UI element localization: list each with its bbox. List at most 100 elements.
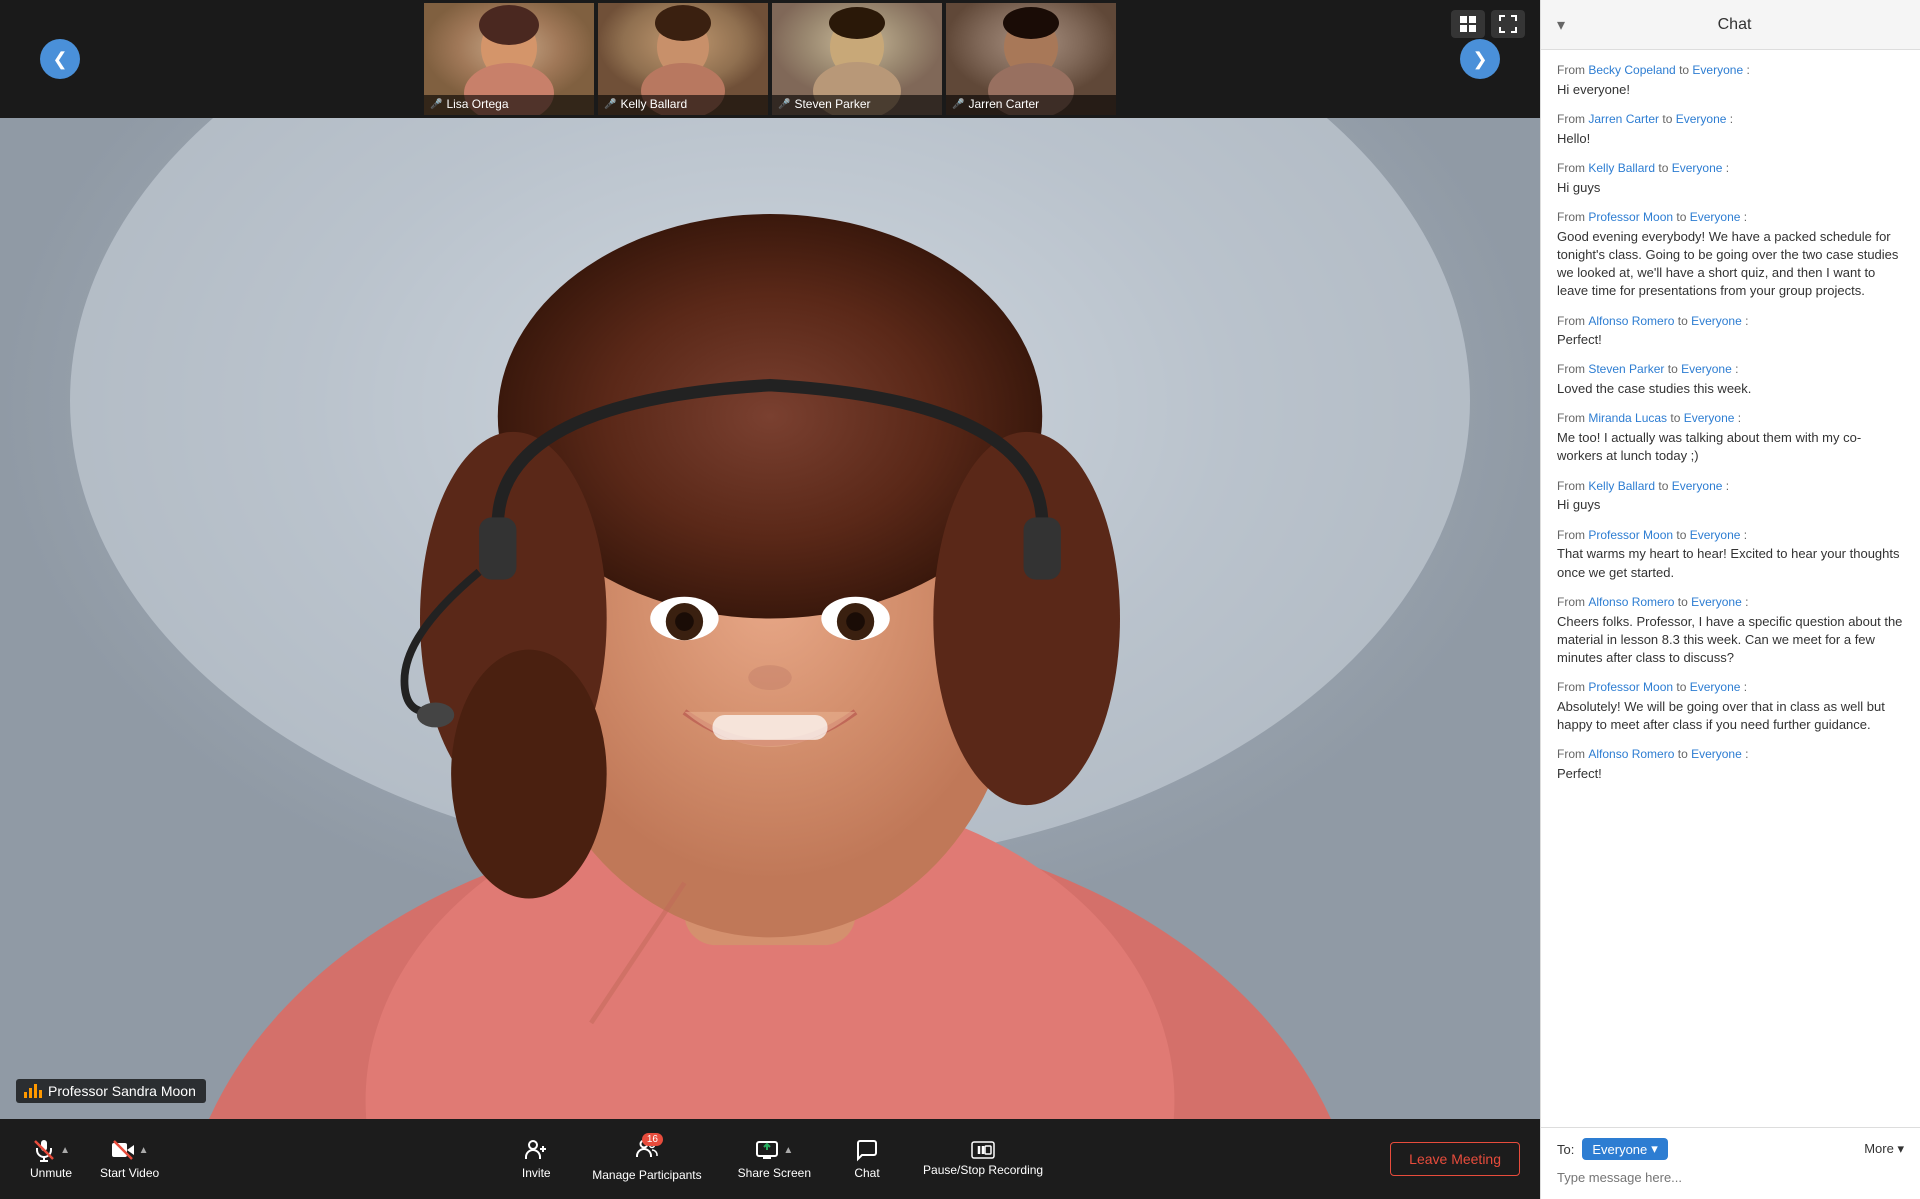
chat-to-text: to xyxy=(1662,112,1675,126)
chat-sender: Miranda Lucas xyxy=(1588,411,1667,425)
chat-message-meta: From Alfonso Romero to Everyone : xyxy=(1557,313,1904,330)
chat-to-text: to xyxy=(1678,747,1691,761)
thumbnail-label-1: Lisa Ortega xyxy=(446,97,508,111)
chat-colon: : xyxy=(1726,161,1729,175)
chat-message: From Professor Moon to Everyone : That w… xyxy=(1557,527,1904,582)
chevron-right-icon: ❯ xyxy=(1472,49,1487,70)
chat-recipient: Everyone xyxy=(1692,63,1743,77)
chat-chevron-icon[interactable]: ▾ xyxy=(1557,15,1565,35)
chat-title: Chat xyxy=(1718,16,1752,34)
recording-icon xyxy=(971,1141,995,1159)
thumbnail-name-2: 🎤 Kelly Ballard xyxy=(598,95,768,115)
chat-recipient: Everyone xyxy=(1681,362,1732,376)
unmute-button[interactable]: ▲ Unmute xyxy=(20,1132,82,1186)
everyone-dropdown-button[interactable]: Everyone ▾ xyxy=(1582,1138,1667,1160)
chat-recipient: Everyone xyxy=(1676,112,1727,126)
chat-message-text: Hello! xyxy=(1557,130,1904,148)
chat-colon: : xyxy=(1744,528,1747,542)
chat-from-label: From xyxy=(1557,314,1588,328)
chat-to-row: To: Everyone ▾ More ▾ xyxy=(1557,1138,1904,1160)
chat-icon xyxy=(855,1138,879,1162)
chat-message-text: That warms my heart to hear! Excited to … xyxy=(1557,545,1904,581)
chat-colon: : xyxy=(1726,479,1729,493)
grid-view-button[interactable] xyxy=(1451,10,1485,38)
chat-message: From Alfonso Romero to Everyone : Cheers… xyxy=(1557,594,1904,667)
chat-recipient: Everyone xyxy=(1690,680,1741,694)
chat-message-text: Hi guys xyxy=(1557,496,1904,514)
chat-message: From Becky Copeland to Everyone : Hi eve… xyxy=(1557,62,1904,99)
chat-message: From Professor Moon to Everyone : Good e… xyxy=(1557,209,1904,301)
toolbar: ▲ Unmute ▲ Start Video xyxy=(0,1119,1540,1199)
manage-participants-button[interactable]: 16 Manage Participants xyxy=(582,1131,711,1188)
chat-message-text: Hi everyone! xyxy=(1557,81,1904,99)
chat-colon: : xyxy=(1744,680,1747,694)
chat-colon: : xyxy=(1730,112,1733,126)
thumbnail-label-2: Kelly Ballard xyxy=(620,97,687,111)
thumbnail-steven-parker[interactable]: 🎤 Steven Parker xyxy=(772,3,942,115)
chat-recipient: Everyone xyxy=(1672,479,1723,493)
chat-from-label: From xyxy=(1557,528,1588,542)
chat-from-label: From xyxy=(1557,411,1588,425)
participants-icon-wrapper: 16 xyxy=(635,1137,659,1164)
chat-to-text: to xyxy=(1678,595,1691,609)
thumbnail-name-4: 🎤 Jarren Carter xyxy=(946,95,1116,115)
chat-to-text: to xyxy=(1668,362,1681,376)
chat-colon: : xyxy=(1745,314,1748,328)
grid-icon xyxy=(1459,15,1477,33)
chat-more-button[interactable]: More ▾ xyxy=(1864,1141,1904,1157)
chat-message-text: Good evening everybody! We have a packed… xyxy=(1557,228,1904,301)
chat-message-text: Hi guys xyxy=(1557,179,1904,197)
thumbnail-lisa-ortega[interactable]: 🎤 Lisa Ortega xyxy=(424,3,594,115)
chat-from-label: From xyxy=(1557,479,1588,493)
everyone-label: Everyone xyxy=(1592,1142,1647,1157)
chat-sender: Alfonso Romero xyxy=(1588,314,1674,328)
chat-from-label: From xyxy=(1557,112,1588,126)
chat-recipient: Everyone xyxy=(1690,210,1741,224)
chat-sender: Alfonso Romero xyxy=(1588,747,1674,761)
chat-input[interactable] xyxy=(1557,1166,1904,1189)
chat-message-meta: From Alfonso Romero to Everyone : xyxy=(1557,594,1904,611)
mic-off-icon-2: 🎤 xyxy=(604,99,616,110)
mic-off-icon-1: 🎤 xyxy=(430,99,442,110)
share-caret: ▲ xyxy=(783,1145,793,1156)
start-video-button[interactable]: ▲ Start Video xyxy=(90,1132,169,1186)
prev-thumbnail-button[interactable]: ❮ xyxy=(40,39,80,79)
next-thumbnail-button[interactable]: ❯ xyxy=(1460,39,1500,79)
thumbnail-jarren-carter[interactable]: 🎤 Jarren Carter xyxy=(946,3,1116,115)
share-screen-button[interactable]: ▲ Share Screen xyxy=(728,1132,821,1186)
chat-message-text: Perfect! xyxy=(1557,765,1904,783)
unmute-caret: ▲ xyxy=(60,1145,70,1156)
chat-sender: Professor Moon xyxy=(1588,680,1673,694)
chat-header: ▾ Chat xyxy=(1541,0,1920,50)
view-controls xyxy=(1451,10,1525,38)
chat-colon: : xyxy=(1746,63,1749,77)
share-screen-label: Share Screen xyxy=(738,1166,811,1180)
chat-button[interactable]: Chat xyxy=(837,1132,897,1186)
invite-button[interactable]: Invite xyxy=(506,1132,566,1186)
more-label: More xyxy=(1864,1141,1894,1156)
toolbar-right: Leave Meeting xyxy=(1390,1142,1520,1176)
chat-to-text: to xyxy=(1676,680,1689,694)
mic-off-icon-3: 🎤 xyxy=(778,99,790,110)
chat-from-label: From xyxy=(1557,210,1588,224)
toolbar-left: ▲ Unmute ▲ Start Video xyxy=(20,1132,169,1186)
chat-message-meta: From Professor Moon to Everyone : xyxy=(1557,209,1904,226)
unmute-label: Unmute xyxy=(30,1166,72,1180)
fullscreen-button[interactable] xyxy=(1491,10,1525,38)
chat-message-text: Absolutely! We will be going over that i… xyxy=(1557,698,1904,734)
chat-recipient: Everyone xyxy=(1691,595,1742,609)
chat-message-text: Loved the case studies this week. xyxy=(1557,380,1904,398)
chat-message-meta: From Alfonso Romero to Everyone : xyxy=(1557,746,1904,763)
chat-message-meta: From Kelly Ballard to Everyone : xyxy=(1557,160,1904,177)
chat-to-text: to xyxy=(1679,63,1692,77)
chat-message: From Alfonso Romero to Everyone : Perfec… xyxy=(1557,746,1904,783)
chat-from-label: From xyxy=(1557,161,1588,175)
chat-sender: Kelly Ballard xyxy=(1588,161,1655,175)
video-icon-area: ▲ xyxy=(111,1138,149,1162)
chat-from-label: From xyxy=(1557,63,1588,77)
thumbnail-kelly-ballard[interactable]: 🎤 Kelly Ballard xyxy=(598,3,768,115)
leave-meeting-button[interactable]: Leave Meeting xyxy=(1390,1142,1520,1176)
recording-button[interactable]: Pause/Stop Recording xyxy=(913,1135,1053,1183)
mic-off-icon-4: 🎤 xyxy=(952,99,964,110)
chat-to-text: to xyxy=(1676,210,1689,224)
